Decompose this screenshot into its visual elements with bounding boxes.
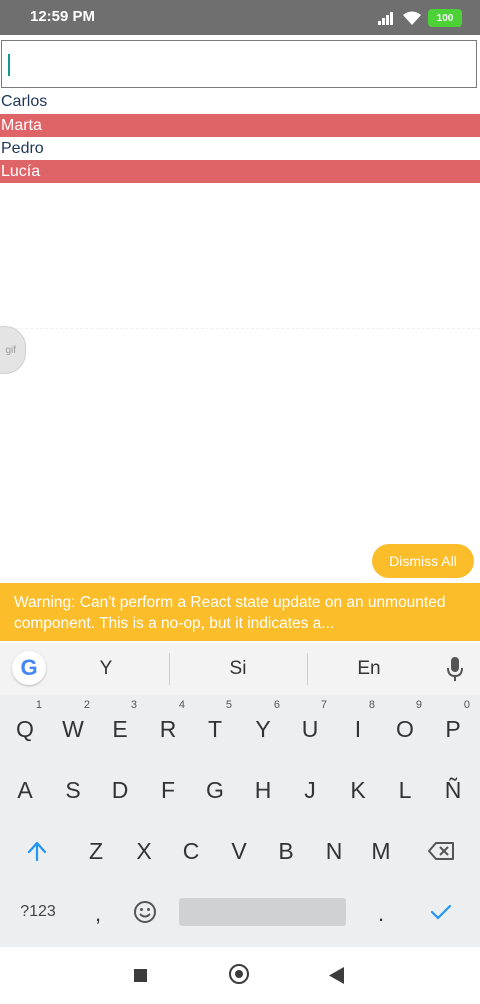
key-n[interactable]: N bbox=[311, 831, 357, 871]
signal-icon bbox=[378, 12, 393, 25]
key-v[interactable]: V bbox=[216, 831, 262, 871]
emoji-key[interactable] bbox=[122, 892, 168, 932]
home-icon-dot bbox=[235, 970, 243, 978]
key-t[interactable]: T5 bbox=[192, 699, 238, 749]
key-i[interactable]: I8 bbox=[335, 699, 381, 749]
key-q[interactable]: Q1 bbox=[2, 699, 48, 749]
key-l[interactable]: L bbox=[382, 770, 428, 810]
list-item-lucia[interactable]: Lucía bbox=[0, 160, 480, 183]
spacebar[interactable] bbox=[179, 898, 346, 926]
key-a[interactable]: A bbox=[2, 770, 48, 810]
key-z[interactable]: Z bbox=[73, 831, 119, 871]
key-p[interactable]: P0 bbox=[430, 699, 476, 749]
battery-level: 100 bbox=[436, 12, 454, 24]
key-o[interactable]: O9 bbox=[382, 699, 428, 749]
checkmark-icon bbox=[430, 904, 452, 920]
google-icon[interactable]: G bbox=[12, 651, 46, 685]
status-icons: 100 bbox=[378, 8, 462, 28]
gif-handle[interactable]: gif bbox=[0, 326, 26, 374]
key-m[interactable]: M bbox=[358, 831, 404, 871]
list-item-carlos[interactable]: Carlos bbox=[0, 90, 480, 113]
backspace-icon bbox=[428, 841, 454, 860]
status-time: 12:59 PM bbox=[30, 8, 96, 25]
key-g[interactable]: G bbox=[192, 770, 238, 810]
suggestion-divider bbox=[169, 653, 170, 685]
gif-label: gif bbox=[5, 344, 16, 356]
list-item-marta[interactable]: Marta bbox=[0, 114, 480, 137]
key-w[interactable]: W2 bbox=[50, 699, 96, 749]
shift-key[interactable] bbox=[14, 831, 60, 871]
microphone-icon[interactable] bbox=[446, 657, 464, 681]
key-u[interactable]: U7 bbox=[287, 699, 333, 749]
key-r[interactable]: R4 bbox=[145, 699, 191, 749]
symbols-key[interactable]: ?123 bbox=[12, 892, 64, 932]
list-item-pedro[interactable]: Pedro bbox=[0, 137, 480, 160]
key-h[interactable]: H bbox=[240, 770, 286, 810]
emoji-icon bbox=[134, 900, 156, 923]
status-bar: 12:59 PM 100 bbox=[0, 0, 480, 35]
key-c[interactable]: C bbox=[168, 831, 214, 871]
recents-icon[interactable] bbox=[134, 969, 147, 982]
battery-icon: 100 bbox=[428, 9, 462, 27]
text-cursor bbox=[8, 54, 10, 76]
key-b[interactable]: B bbox=[263, 831, 309, 871]
suggestion-3[interactable]: En bbox=[319, 643, 419, 695]
suggestion-strip: G Y Si En bbox=[0, 643, 480, 695]
warning-banner[interactable]: Warning: Can't perform a React state upd… bbox=[0, 583, 480, 641]
home-icon[interactable] bbox=[229, 964, 249, 984]
suggestion-2[interactable]: Si bbox=[188, 643, 288, 695]
key-k[interactable]: K bbox=[335, 770, 381, 810]
key-n-tilde[interactable]: Ñ bbox=[430, 770, 476, 810]
key-d[interactable]: D bbox=[97, 770, 143, 810]
key-j[interactable]: J bbox=[287, 770, 333, 810]
dismiss-all-button[interactable]: Dismiss All bbox=[372, 544, 474, 578]
back-icon[interactable] bbox=[329, 967, 345, 984]
suggestion-1[interactable]: Y bbox=[56, 643, 156, 695]
wifi-icon bbox=[403, 11, 421, 25]
backspace-key[interactable] bbox=[418, 831, 464, 871]
keyboard: G Y Si En Q1 W2 E3 R4 T5 Y6 U7 I8 O9 P0 … bbox=[0, 643, 480, 947]
comma-key[interactable]: , bbox=[75, 894, 121, 934]
suggestion-divider bbox=[307, 653, 308, 685]
text-input[interactable] bbox=[1, 40, 477, 88]
enter-key[interactable] bbox=[418, 892, 464, 932]
key-y[interactable]: Y6 bbox=[240, 699, 286, 749]
navigation-bar bbox=[0, 947, 480, 1004]
period-key[interactable]: . bbox=[358, 894, 404, 934]
shift-icon bbox=[27, 841, 47, 861]
key-f[interactable]: F bbox=[145, 770, 191, 810]
key-x[interactable]: X bbox=[121, 831, 167, 871]
key-e[interactable]: E3 bbox=[97, 699, 143, 749]
divider bbox=[0, 328, 480, 329]
warning-text: Warning: Can't perform a React state upd… bbox=[14, 594, 446, 632]
key-s[interactable]: S bbox=[50, 770, 96, 810]
